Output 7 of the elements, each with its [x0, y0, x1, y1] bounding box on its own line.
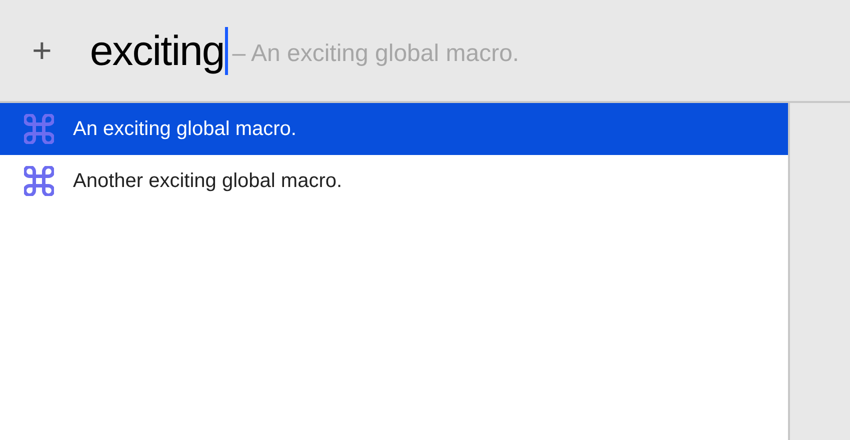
search-field[interactable]: exciting: [90, 26, 228, 74]
result-item[interactable]: Another exciting global macro.: [0, 155, 788, 207]
add-button[interactable]: +: [28, 34, 56, 68]
command-icon: [24, 166, 54, 196]
command-icon: [24, 114, 54, 144]
result-item[interactable]: An exciting global macro.: [0, 103, 788, 155]
completion-hint: – An exciting global macro.: [232, 38, 520, 68]
